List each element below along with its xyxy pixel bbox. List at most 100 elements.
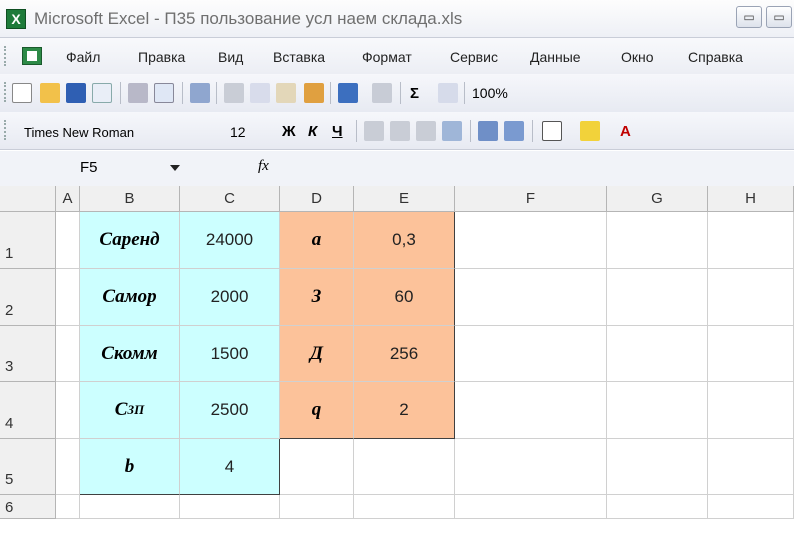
menu-insert[interactable]: Вставка bbox=[273, 49, 325, 65]
sort-ascending-icon[interactable] bbox=[438, 83, 458, 103]
cell-h2[interactable] bbox=[708, 269, 794, 326]
grip-handle[interactable] bbox=[4, 46, 7, 66]
name-box[interactable]: F5 bbox=[80, 159, 98, 176]
cell-g4[interactable] bbox=[607, 382, 708, 439]
font-name-select[interactable]: Times New Roman bbox=[24, 125, 134, 140]
minimize-button[interactable]: ▭ bbox=[736, 6, 762, 28]
cell-g5[interactable] bbox=[607, 439, 708, 495]
cell-e1[interactable]: 0,3 bbox=[354, 212, 455, 269]
cut-icon[interactable] bbox=[224, 83, 244, 103]
bold-button[interactable]: Ж bbox=[282, 123, 296, 140]
table-icon[interactable] bbox=[478, 121, 498, 141]
cell-f5[interactable] bbox=[455, 439, 607, 495]
row-header-5[interactable]: 5 bbox=[0, 439, 56, 495]
cell-b6[interactable] bbox=[80, 495, 180, 519]
zoom-select[interactable]: 100% bbox=[472, 85, 508, 101]
column-header-h[interactable]: H bbox=[708, 186, 794, 212]
spelling-icon[interactable] bbox=[190, 83, 210, 103]
new-icon[interactable] bbox=[12, 83, 32, 103]
cell-f1[interactable] bbox=[455, 212, 607, 269]
column-header-c[interactable]: C bbox=[180, 186, 280, 212]
restore-button[interactable]: ▭ bbox=[766, 6, 792, 28]
fill-color-icon[interactable] bbox=[580, 121, 600, 141]
align-left-icon[interactable] bbox=[364, 121, 384, 141]
cell-h5[interactable] bbox=[708, 439, 794, 495]
cell-c3[interactable]: 1500 bbox=[180, 326, 280, 382]
menu-data[interactable]: Данные bbox=[530, 49, 581, 65]
column-header-g[interactable]: G bbox=[607, 186, 708, 212]
column-header-f[interactable]: F bbox=[455, 186, 607, 212]
cell-g6[interactable] bbox=[607, 495, 708, 519]
menu-file[interactable]: Файл bbox=[66, 49, 100, 65]
cell-h3[interactable] bbox=[708, 326, 794, 382]
underline-button[interactable]: Ч bbox=[332, 123, 343, 140]
align-right-icon[interactable] bbox=[416, 121, 436, 141]
column-header-e[interactable]: E bbox=[354, 186, 455, 212]
cell-a6[interactable] bbox=[56, 495, 80, 519]
cell-b4[interactable]: С ЗП bbox=[80, 382, 180, 439]
menu-tools[interactable]: Сервис bbox=[450, 49, 498, 65]
save-icon[interactable] bbox=[66, 83, 86, 103]
insert-function-icon[interactable]: fx bbox=[258, 158, 269, 175]
paste-icon[interactable] bbox=[276, 83, 296, 103]
cell-f6[interactable] bbox=[455, 495, 607, 519]
cell-d1[interactable]: a bbox=[280, 212, 354, 269]
menu-edit[interactable]: Правка bbox=[138, 49, 185, 65]
autosum-icon[interactable]: Σ bbox=[410, 85, 419, 102]
cell-c4[interactable]: 2500 bbox=[180, 382, 280, 439]
select-all-corner[interactable] bbox=[0, 186, 56, 212]
cell-f3[interactable] bbox=[455, 326, 607, 382]
cell-b3[interactable]: Скомм bbox=[80, 326, 180, 382]
cell-d5[interactable] bbox=[280, 439, 354, 495]
row-header-4[interactable]: 4 bbox=[0, 382, 56, 439]
copy-icon[interactable] bbox=[250, 83, 270, 103]
column-header-b[interactable]: B bbox=[80, 186, 180, 212]
print-icon[interactable] bbox=[128, 83, 148, 103]
row-header-2[interactable]: 2 bbox=[0, 269, 56, 326]
column-header-a[interactable]: A bbox=[56, 186, 80, 212]
cell-h6[interactable] bbox=[708, 495, 794, 519]
print-preview-icon[interactable] bbox=[154, 83, 174, 103]
cell-d6[interactable] bbox=[280, 495, 354, 519]
cell-d2[interactable]: З bbox=[280, 269, 354, 326]
cell-d4[interactable]: q bbox=[280, 382, 354, 439]
menu-help[interactable]: Справка bbox=[688, 49, 743, 65]
row-header-1[interactable]: 1 bbox=[0, 212, 56, 269]
font-color-button[interactable]: A bbox=[620, 123, 631, 140]
cell-a2[interactable] bbox=[56, 269, 80, 326]
font-size-select[interactable]: 12 bbox=[230, 124, 246, 140]
menu-format[interactable]: Формат bbox=[362, 49, 412, 65]
chevron-down-icon[interactable] bbox=[170, 165, 180, 171]
cell-e6[interactable] bbox=[354, 495, 455, 519]
cell-e3[interactable]: 256 bbox=[354, 326, 455, 382]
column-header-d[interactable]: D bbox=[280, 186, 354, 212]
menu-window[interactable]: Окно bbox=[621, 49, 654, 65]
merge-center-icon[interactable] bbox=[442, 121, 462, 141]
cell-g1[interactable] bbox=[607, 212, 708, 269]
cell-a5[interactable] bbox=[56, 439, 80, 495]
workbook-icon[interactable] bbox=[22, 47, 42, 65]
cell-f4[interactable] bbox=[455, 382, 607, 439]
format-painter-icon[interactable] bbox=[304, 83, 324, 103]
cell-e5[interactable] bbox=[354, 439, 455, 495]
align-center-icon[interactable] bbox=[390, 121, 410, 141]
open-icon[interactable] bbox=[40, 83, 60, 103]
cell-c6[interactable] bbox=[180, 495, 280, 519]
cell-b2[interactable]: Самор bbox=[80, 269, 180, 326]
cell-b1[interactable]: Саренд bbox=[80, 212, 180, 269]
row-header-3[interactable]: 3 bbox=[0, 326, 56, 382]
cell-g2[interactable] bbox=[607, 269, 708, 326]
cell-a1[interactable] bbox=[56, 212, 80, 269]
cell-e2[interactable]: 60 bbox=[354, 269, 455, 326]
row-header-6[interactable]: 6 bbox=[0, 495, 56, 519]
undo-icon[interactable] bbox=[338, 83, 358, 103]
grip-handle[interactable] bbox=[4, 120, 7, 140]
cell-c2[interactable]: 2000 bbox=[180, 269, 280, 326]
cell-h4[interactable] bbox=[708, 382, 794, 439]
cell-c5[interactable]: 4 bbox=[180, 439, 280, 495]
cell-b5[interactable]: b bbox=[80, 439, 180, 495]
cell-d3[interactable]: Д bbox=[280, 326, 354, 382]
cell-a4[interactable] bbox=[56, 382, 80, 439]
italic-button[interactable]: К bbox=[308, 123, 317, 140]
cell-f2[interactable] bbox=[455, 269, 607, 326]
